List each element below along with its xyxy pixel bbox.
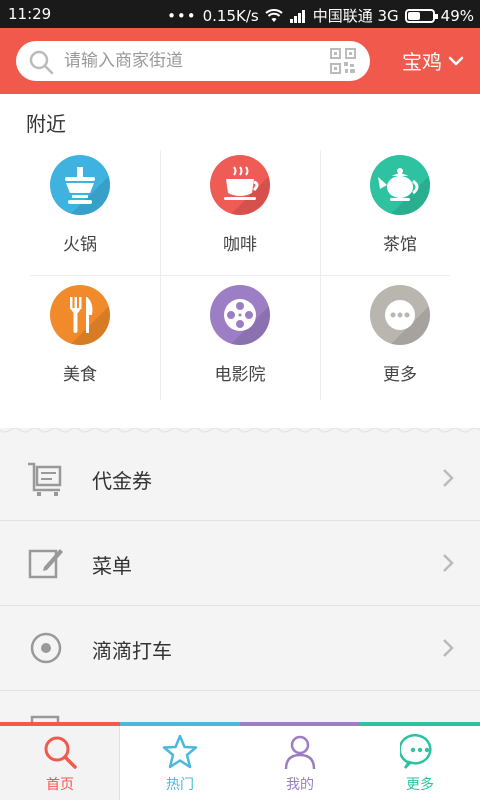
- category-hotpot[interactable]: 火锅: [0, 140, 160, 270]
- search-box[interactable]: [16, 41, 370, 81]
- cutlery-icon: [50, 285, 110, 345]
- carrier-name: 中国联通 3G: [312, 7, 399, 25]
- search-icon: [44, 736, 77, 769]
- category-label: 电影院: [214, 365, 266, 385]
- chevron-right-icon: [443, 554, 454, 572]
- city-label: 宝鸡: [402, 50, 442, 74]
- tab-label: 热门: [166, 777, 194, 793]
- battery-level: 49%: [440, 6, 474, 25]
- tab-mine[interactable]: 我的: [240, 722, 360, 800]
- tab-hot[interactable]: 热门: [120, 722, 240, 800]
- signal-icon: [289, 9, 305, 23]
- battery-icon: [404, 8, 438, 23]
- target-icon: [30, 632, 62, 664]
- category-label: 咖啡: [223, 235, 257, 255]
- chevron-right-icon: [443, 469, 454, 487]
- tab-label: 我的: [286, 777, 314, 793]
- section-divider: [0, 428, 480, 436]
- status-bar: 11:29 ••• 0.15K/s 中国联通 3G 49%: [0, 0, 480, 28]
- notification-dots: •••: [167, 6, 197, 25]
- wifi-icon: [265, 8, 283, 22]
- edit-icon: [28, 549, 63, 579]
- tab-more[interactable]: 更多: [360, 722, 480, 800]
- category-teahouse[interactable]: 茶馆: [320, 140, 480, 270]
- search-icon: [29, 50, 54, 75]
- coffee-icon: [210, 155, 270, 215]
- bottom-tab-bar: 首页 热门 我的 更多: [0, 722, 480, 800]
- menu-item-didi-taxi[interactable]: 滴滴打车: [0, 606, 480, 691]
- header: 宝鸡: [0, 28, 480, 94]
- person-icon: [284, 735, 316, 770]
- star-icon: [162, 734, 198, 769]
- search-input[interactable]: [64, 48, 314, 74]
- chat-more-icon: [400, 734, 432, 769]
- menu-item-voucher[interactable]: 代金券: [0, 436, 480, 521]
- category-label: 茶馆: [383, 235, 417, 255]
- qr-code-icon[interactable]: [330, 48, 356, 74]
- menu-item-label: 代金券: [92, 469, 152, 493]
- category-cinema[interactable]: 电影院: [160, 270, 320, 400]
- category-coffee[interactable]: 咖啡: [160, 140, 320, 270]
- chevron-down-icon: [448, 56, 464, 65]
- category-label: 火锅: [63, 235, 97, 255]
- chevron-right-icon: [443, 639, 454, 657]
- category-label: 美食: [63, 365, 97, 385]
- city-selector[interactable]: 宝鸡: [402, 46, 464, 75]
- cart-icon: [28, 462, 62, 496]
- category-more[interactable]: 更多: [320, 270, 480, 400]
- category-label: 更多: [383, 365, 417, 385]
- more-icon: [370, 285, 430, 345]
- menu-item-label: 菜单: [92, 554, 132, 578]
- tab-label: 首页: [46, 777, 74, 793]
- hotpot-icon: [50, 155, 110, 215]
- tab-label: 更多: [406, 777, 434, 793]
- status-time: 11:29: [8, 5, 52, 23]
- teapot-icon: [370, 155, 430, 215]
- film-reel-icon: [210, 285, 270, 345]
- section-title: 附近: [26, 112, 66, 136]
- menu-item-label: 滴滴打车: [92, 639, 172, 663]
- menu-item-menu[interactable]: 菜单: [0, 521, 480, 606]
- tab-home[interactable]: 首页: [0, 722, 120, 800]
- category-food[interactable]: 美食: [0, 270, 160, 400]
- nearby-section: 附近 火锅 咖啡 茶馆 美食 电影院 更多: [0, 94, 480, 430]
- network-speed: 0.15K/s: [202, 6, 259, 25]
